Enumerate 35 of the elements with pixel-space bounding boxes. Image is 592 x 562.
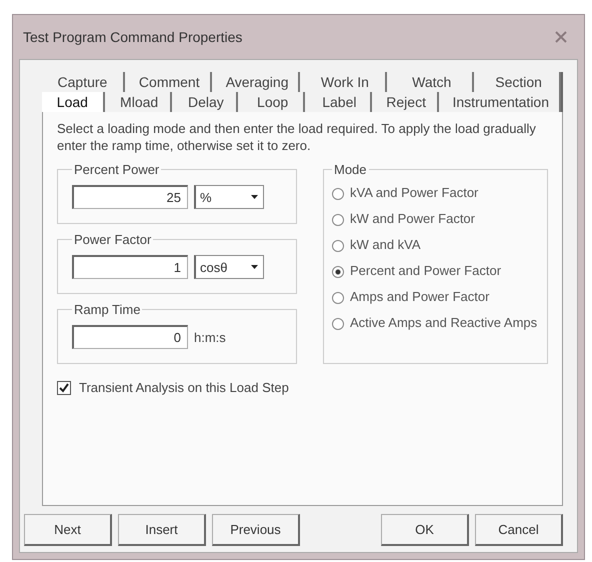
radio-label: Amps and Power Factor [350,289,490,304]
dropdown-arrow-icon [250,264,259,270]
dropdown-arrow-icon [250,194,259,200]
tab[interactable]: Load [42,92,105,112]
input-field[interactable]: 25 [72,185,188,209]
dialog-button[interactable]: OK [381,514,469,546]
dialog-button[interactable]: Next [24,514,112,546]
unit-dropdown[interactable]: % [194,185,264,209]
checkbox[interactable] [57,380,71,394]
group-title: Mode [333,162,368,177]
radio-button[interactable] [332,214,344,226]
group-title: Power Factor [73,232,152,247]
radio-button[interactable] [332,240,344,252]
radio-button[interactable] [332,318,344,330]
radio-label: kW and kVA [350,237,421,252]
group-title: Percent Power [73,162,160,177]
group-title: Ramp Time [73,302,142,317]
radio-button[interactable] [332,266,344,278]
dialog-button[interactable]: Cancel [475,514,563,546]
dialog-button[interactable]: Previous [212,514,300,546]
window-title: Test Program Command Properties [23,29,242,45]
radio-label: Percent and Power Factor [350,263,502,278]
radio-label: Active Amps and Reactive Amps [350,315,538,330]
dialog-button[interactable]: Insert [118,514,206,546]
radio-button[interactable] [332,188,344,200]
radio-button[interactable] [332,292,344,304]
radio-label: kVA and Power Factor [350,185,478,200]
radio-label: kW and Power Factor [350,211,475,226]
close-icon[interactable] [554,31,568,43]
input-field[interactable]: 0 [72,325,188,349]
input-field[interactable]: 1 [72,255,188,279]
checkbox-label: Transient Analysis on this Load Step [79,380,289,395]
unit-label: h:m:s [194,330,226,344]
instructions-text: Select a loading mode and then enter the load required. To apply the load gradually enter the ramp time, otherwise set it to zero. [57,120,537,154]
unit-dropdown[interactable]: cosθ [194,255,264,279]
